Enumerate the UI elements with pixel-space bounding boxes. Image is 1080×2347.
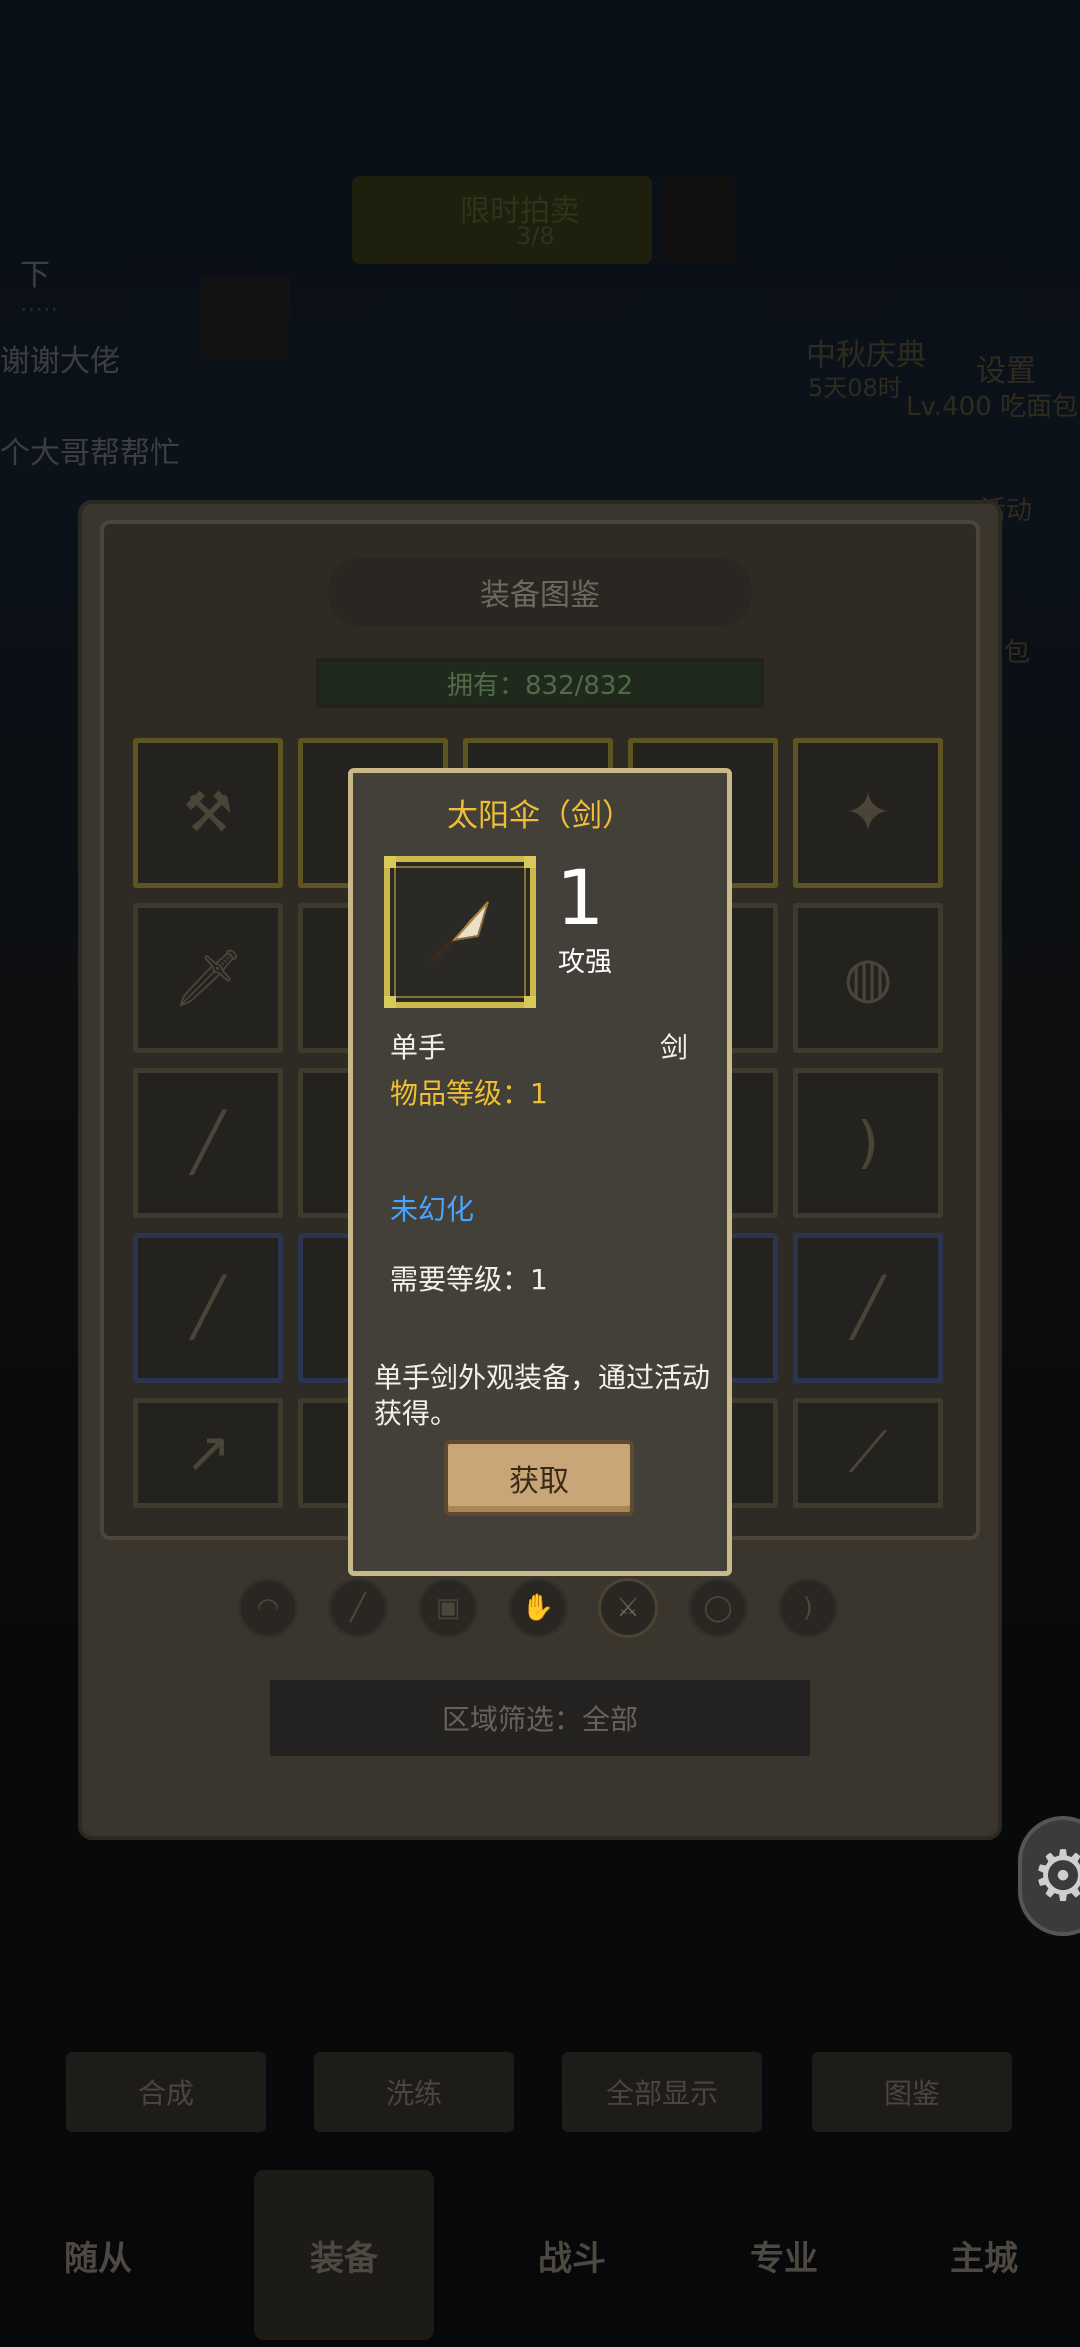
spear-icon: ↗ xyxy=(184,1420,232,1486)
grid-slot[interactable]: ) xyxy=(793,1068,943,1218)
grid-slot[interactable]: ⚒ xyxy=(133,738,283,888)
get-button[interactable]: 获取 xyxy=(444,1440,634,1516)
nav-main-city[interactable]: 主城 xyxy=(894,2170,1074,2340)
blade-icon: ⟋ xyxy=(848,1420,888,1485)
staff-icon: ╱ xyxy=(191,1110,225,1176)
grid-slot[interactable]: ╱ xyxy=(133,1233,283,1383)
subtab-codex[interactable]: 图鉴 xyxy=(812,2052,1012,2132)
item-name: 太阳伞（剑） xyxy=(447,798,633,834)
hammer-icon: ⚒ xyxy=(182,780,234,846)
nav-profession[interactable]: 专业 xyxy=(694,2170,874,2340)
item-description: 单手剑外观装备，通过活动获得。 xyxy=(374,1361,711,1430)
category-sword-icon[interactable]: ⚔ xyxy=(598,1578,658,1638)
mace-icon: ✦ xyxy=(844,780,892,846)
item-level: 物品等级：1 xyxy=(390,1077,548,1110)
category-armor-icon[interactable]: ▣ xyxy=(418,1578,478,1638)
grid-slot[interactable]: ⟋ xyxy=(793,1398,943,1508)
item-icon-frame xyxy=(384,856,536,1008)
grid-slot[interactable]: ◍ xyxy=(793,903,943,1053)
codex-title: 装备图鉴 xyxy=(328,558,752,626)
grid-slot[interactable]: ↗ xyxy=(133,1398,283,1508)
grid-slot[interactable]: ✦ xyxy=(793,738,943,888)
region-filter[interactable]: 区域筛选：全部 xyxy=(270,1680,810,1756)
category-gloves-icon[interactable]: ✋ xyxy=(508,1578,568,1638)
attack-value: 1 xyxy=(556,853,605,942)
subtab-refine[interactable]: 洗练 xyxy=(314,2052,514,2132)
subtab-synthesize[interactable]: 合成 xyxy=(66,2052,266,2132)
grid-slot[interactable]: ╱ xyxy=(133,1068,283,1218)
illusion-status: 未幻化 xyxy=(390,1193,475,1226)
subtab-show-all[interactable]: 全部显示 xyxy=(562,2052,762,2132)
staff-icon: ╱ xyxy=(851,1275,885,1341)
shield-icon: ◍ xyxy=(843,945,893,1011)
grid-slot[interactable]: ╱ xyxy=(793,1233,943,1383)
nav-battle[interactable]: 战斗 xyxy=(482,2170,662,2340)
gear-icon[interactable]: ⚙ xyxy=(1018,1816,1080,1936)
category-staff-icon[interactable]: ╱ xyxy=(328,1578,388,1638)
category-ring-icon[interactable]: ◯ xyxy=(688,1578,748,1638)
required-level: 需要等级：1 xyxy=(390,1263,548,1296)
category-helmet-icon[interactable]: ◠ xyxy=(238,1578,298,1638)
wand-icon: ╱ xyxy=(191,1275,225,1341)
nav-equipment[interactable]: 装备 xyxy=(254,2170,434,2340)
nav-followers[interactable]: 随从 xyxy=(8,2170,188,2340)
umbrella-sword-icon xyxy=(430,901,489,964)
weapon-type: 剑 xyxy=(660,1031,689,1064)
grid-slot[interactable]: 🗡 xyxy=(133,903,283,1053)
category-bow-icon[interactable]: ) xyxy=(778,1578,838,1638)
bow-icon: ) xyxy=(857,1110,879,1176)
hand-type: 单手 xyxy=(390,1031,447,1064)
dagger-icon: 🗡 xyxy=(172,946,244,1011)
owned-progress: 拥有：832/832 xyxy=(316,658,764,708)
attack-label: 攻强 xyxy=(558,947,612,978)
